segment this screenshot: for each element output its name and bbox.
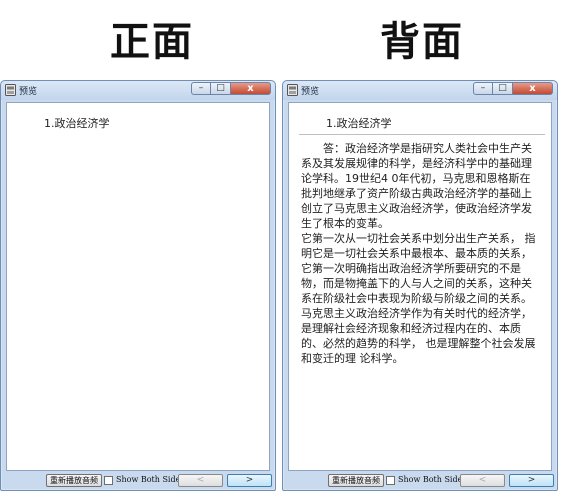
app-icon xyxy=(287,84,298,96)
show-both-sides-checkbox[interactable] xyxy=(386,476,395,485)
show-both-sides-label: Show Both Sides xyxy=(398,475,467,484)
show-both-sides-checkbox[interactable] xyxy=(104,476,113,485)
replay-audio-button[interactable]: 重新播放音频 xyxy=(328,474,384,487)
next-button[interactable]: > xyxy=(509,474,554,487)
show-both-sides-label: Show Both Sides xyxy=(116,475,185,484)
card-preview-area: 1.政治经济学 答：政治经济学是指研究人类社会中生产关系及其发展规律的科学，是经… xyxy=(288,102,552,471)
maximize-button[interactable]: □ xyxy=(493,82,513,95)
card-preview-area: 1.政治经济学 xyxy=(6,102,270,471)
app-icon xyxy=(5,84,16,96)
card-question: 1.政治经济学 xyxy=(44,117,110,130)
close-button[interactable]: x xyxy=(513,82,553,95)
window-title: 预览 xyxy=(19,87,38,97)
window-controls: – □ x xyxy=(473,82,553,96)
replay-audio-button[interactable]: 重新播放音频 xyxy=(46,474,102,487)
caption-front: 正面 xyxy=(110,18,194,65)
title-bar[interactable]: 预览 – □ x xyxy=(283,81,557,100)
caption-back: 背面 xyxy=(380,18,464,65)
previous-button[interactable]: < xyxy=(178,474,223,487)
previous-button[interactable]: < xyxy=(460,474,505,487)
next-button[interactable]: > xyxy=(227,474,272,487)
card-answer: 答：政治经济学是指研究人类社会中生产关系及其发展规律的科学，是经济科学中的基础理… xyxy=(301,142,536,365)
preview-window-front: 预览 – □ x 1.政治经济学 重新播放音频 Show Both Sides … xyxy=(0,80,276,491)
preview-footer: 重新播放音频 Show Both Sides < > xyxy=(6,472,272,490)
minimize-button[interactable]: – xyxy=(191,82,211,95)
preview-window-back: 预览 – □ x 1.政治经济学 答：政治经济学是指研究人类社会中生产关系及其发… xyxy=(282,80,558,491)
minimize-button[interactable]: – xyxy=(473,82,493,95)
maximize-button[interactable]: □ xyxy=(211,82,231,95)
preview-footer: 重新播放音频 Show Both Sides < > xyxy=(288,472,554,490)
window-title: 预览 xyxy=(301,87,320,97)
card-question: 1.政治经济学 xyxy=(326,117,392,130)
close-button[interactable]: x xyxy=(231,82,271,95)
answer-divider xyxy=(299,134,545,135)
window-controls: – □ x xyxy=(191,82,271,96)
title-bar[interactable]: 预览 – □ x xyxy=(1,81,275,100)
